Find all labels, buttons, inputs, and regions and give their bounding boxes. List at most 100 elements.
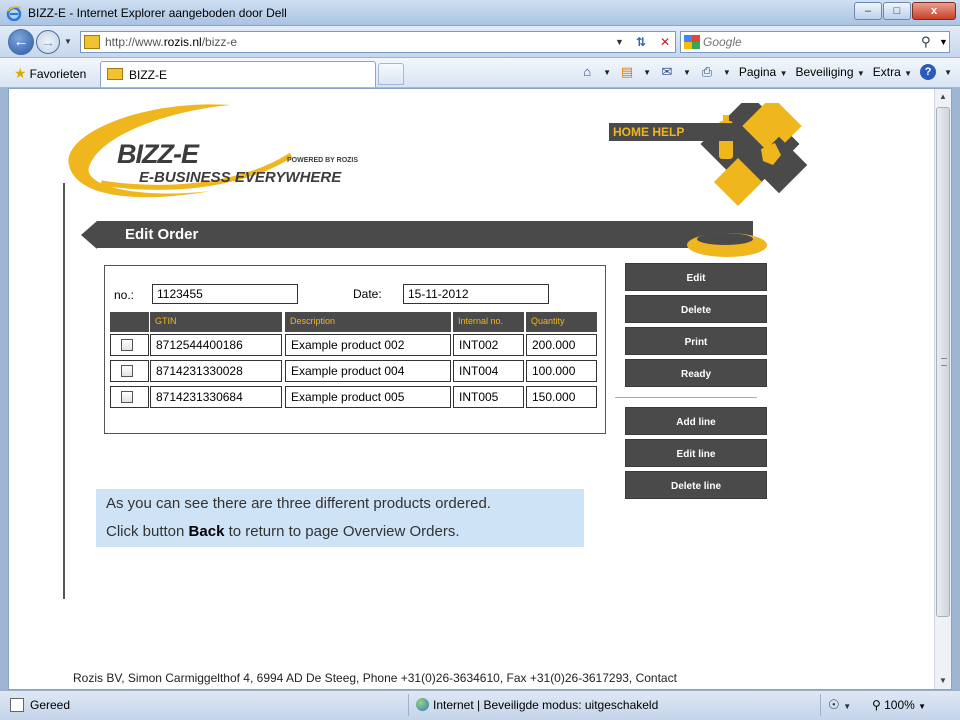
table-row-internal-no[interactable]: INT002 <box>453 334 524 356</box>
info-line-1: As you can see there are three different… <box>106 495 491 512</box>
forward-button[interactable]: → <box>36 30 60 54</box>
logo-swoosh-graphic <box>68 104 293 198</box>
rss-feed-icon[interactable]: ▤ <box>619 64 635 80</box>
logo-tagline: E-BUSINESS EVERYWHERE <box>139 169 342 186</box>
table-row-internal-no[interactable]: INT004 <box>453 360 524 382</box>
favorites-label: Favorieten <box>29 67 87 81</box>
home-dropdown-icon[interactable]: ▼ <box>603 68 611 77</box>
tab-label: BIZZ-E <box>129 68 167 82</box>
table-row-description[interactable]: Example product 002 <box>285 334 451 356</box>
history-dropdown-icon[interactable]: ▼ <box>64 37 72 46</box>
search-box[interactable]: ⚲ ▼ <box>680 31 950 53</box>
table-row-description[interactable]: Example product 004 <box>285 360 451 382</box>
window-titlebar: BIZZ-E - Internet Explorer aangeboden do… <box>0 0 960 26</box>
column-header-quantity[interactable]: Quantity <box>526 312 597 332</box>
edit-button[interactable]: Edit <box>625 263 767 291</box>
vertical-scrollbar[interactable]: ▲ ▼ <box>934 89 951 689</box>
date-input[interactable] <box>403 284 549 304</box>
minimize-button[interactable]: – <box>854 2 882 20</box>
search-options-dropdown-icon[interactable]: ▼ <box>939 32 948 52</box>
table-row-gtin[interactable]: 8712544400186 <box>150 334 282 356</box>
scroll-up-icon[interactable]: ▲ <box>935 89 951 105</box>
address-toolbar: ← → ▼ http://www.rozis.nl/bizz-e ▼ ⇅ ✕ ⚲… <box>0 26 960 58</box>
arrow-right-icon: → <box>40 34 56 51</box>
delete-button[interactable]: Delete <box>625 295 767 323</box>
table-row-select <box>110 334 149 356</box>
add-line-button[interactable]: Add line <box>625 407 767 435</box>
favorites-button[interactable]: ★ Favorieten <box>14 65 86 82</box>
page-viewport: BIZZ-E E-BUSINESS EVERYWHERE POWERED BY … <box>8 88 952 690</box>
home-help-navigation[interactable]: HOME HELP <box>609 103 809 213</box>
home-help-graphic <box>700 103 808 207</box>
stop-icon[interactable]: ✕ <box>655 32 675 52</box>
button-separator <box>615 397 757 398</box>
info-line-2: Click button Back to return to page Over… <box>106 523 460 540</box>
address-dropdown-icon[interactable]: ▼ <box>615 32 624 52</box>
feeds-dropdown-icon[interactable]: ▼ <box>643 68 651 77</box>
command-bar: ⌂ ▼ ▤ ▼ ✉ ▼ ⎙ ▼ Pagina ▼ Beveiliging ▼ Extra… <box>579 64 952 80</box>
logo-powered-by: POWERED BY ROZIS <box>287 157 359 164</box>
help-icon[interactable]: ? <box>920 64 937 80</box>
mail-dropdown-icon[interactable]: ▼ <box>683 68 691 77</box>
table-row-quantity[interactable]: 100.000 <box>526 360 597 382</box>
row-checkbox[interactable] <box>121 339 133 351</box>
table-row-quantity[interactable]: 150.000 <box>526 386 597 408</box>
address-field[interactable]: http://www.rozis.nl/bizz-e ▼ ⇅ ✕ <box>80 31 676 53</box>
help-dropdown-icon[interactable]: ▼ <box>944 68 952 77</box>
column-header-description[interactable]: Description <box>285 312 451 332</box>
table-row-select <box>110 360 149 382</box>
table-row-gtin[interactable]: 8714231330028 <box>150 360 282 382</box>
search-input[interactable] <box>703 33 903 51</box>
table-row-quantity[interactable]: 200.000 <box>526 334 597 356</box>
menu-beveiliging[interactable]: Beveiliging ▼ <box>795 65 864 79</box>
protected-mode-icon[interactable]: ☉ ▼ <box>828 697 851 713</box>
row-checkbox[interactable] <box>121 365 133 377</box>
mail-icon[interactable]: ✉ <box>659 64 675 80</box>
row-checkbox[interactable] <box>121 391 133 403</box>
home-icon[interactable]: ⌂ <box>579 64 595 80</box>
search-icon[interactable]: ⚲ <box>921 32 931 52</box>
back-button[interactable]: ← <box>8 29 34 55</box>
tab-bizz-e[interactable]: BIZZ-E <box>100 61 376 87</box>
url-text[interactable]: http://www.rozis.nl/bizz-e <box>105 32 237 52</box>
print-button[interactable]: Print <box>625 327 767 355</box>
header-swoosh-graphic <box>687 233 767 257</box>
order-no-input[interactable] <box>152 284 298 304</box>
table-row-select <box>110 386 149 408</box>
close-button[interactable]: x <box>912 2 956 20</box>
home-help-label[interactable]: HOME HELP <box>613 125 684 139</box>
table-row-internal-no[interactable]: INT005 <box>453 386 524 408</box>
order-form: no.: Date: GTIN Description Internal no.… <box>104 265 606 434</box>
column-header-internal-no[interactable]: Internal no. <box>453 312 524 332</box>
security-zone[interactable]: Internet | Beveiligde modus: uitgeschake… <box>416 698 658 712</box>
status-text: Gereed <box>30 698 71 712</box>
new-tab-button[interactable] <box>378 63 404 85</box>
ready-button[interactable]: Ready <box>625 359 767 387</box>
delete-line-button[interactable]: Delete line <box>625 471 767 499</box>
left-divider-line <box>63 183 65 599</box>
refresh-icon[interactable]: ⇅ <box>631 32 651 52</box>
status-separator <box>408 694 409 716</box>
status-bar: Gereed Internet | Beveiligde modus: uitg… <box>0 690 960 720</box>
menu-extra[interactable]: Extra ▼ <box>873 65 912 79</box>
status-separator <box>820 694 821 716</box>
tutorial-info-box: As you can see there are three different… <box>96 489 584 547</box>
edit-line-button[interactable]: Edit line <box>625 439 767 467</box>
column-header-gtin[interactable]: GTIN <box>150 312 282 332</box>
page-title: Edit Order <box>125 226 199 243</box>
print-dropdown-icon[interactable]: ▼ <box>723 68 731 77</box>
print-icon[interactable]: ⎙ <box>699 64 715 80</box>
window-controls: – □ x <box>854 2 956 20</box>
scroll-down-icon[interactable]: ▼ <box>935 673 951 689</box>
table-row-gtin[interactable]: 8714231330684 <box>150 386 282 408</box>
bizz-e-logo[interactable]: BIZZ-E E-BUSINESS EVERYWHERE POWERED BY … <box>61 95 361 203</box>
favorites-bar: ★ Favorieten BIZZ-E ⌂ ▼ ▤ ▼ ✉ ▼ ⎙ ▼ Pagina ▼ … <box>0 58 960 88</box>
window-title: BIZZ-E - Internet Explorer aangeboden do… <box>28 6 287 20</box>
scrollbar-thumb[interactable] <box>936 107 950 617</box>
table-row-description[interactable]: Example product 005 <box>285 386 451 408</box>
tab-favicon-icon <box>107 68 123 80</box>
zoom-level[interactable]: ⚲ 100% ▼ <box>872 698 926 712</box>
menu-pagina[interactable]: Pagina ▼ <box>739 65 788 79</box>
maximize-button[interactable]: □ <box>883 2 911 20</box>
back-arrow-icon[interactable] <box>81 221 97 249</box>
